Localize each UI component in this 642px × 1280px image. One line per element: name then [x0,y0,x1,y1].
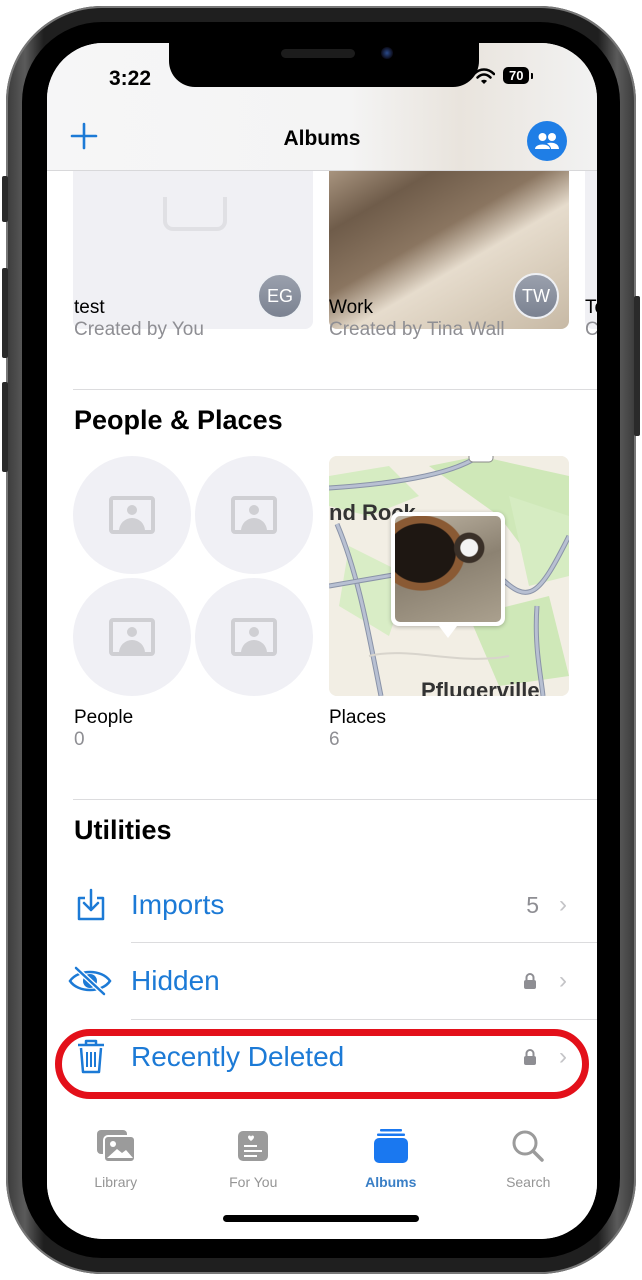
section-divider [73,799,597,800]
chevron-right-icon: › [559,967,567,994]
album-subtitle: Created by Tina Wall [329,319,505,340]
utility-label: Hidden [131,965,220,996]
places-album-map[interactable]: nd Rock Pflugerville [329,456,569,696]
album-subtitle: C [585,319,597,340]
album-title: Work [329,297,373,318]
status-time: 3:22 [109,67,152,90]
screen: EG test Created by You TW Work Created b… [47,43,597,1239]
cat-photo [395,516,501,622]
tab-label: Library [94,1174,138,1190]
section-divider [73,389,597,390]
person-icon [109,496,155,534]
people-album[interactable] [73,456,313,696]
album-title: To [585,297,597,318]
person-placeholder [195,456,313,574]
utility-label: Recently Deleted [131,1041,345,1072]
person-placeholder [73,456,191,574]
lock-icon [523,973,537,989]
mute-switch [2,176,8,222]
utility-row-imports[interactable]: Imports 5 › [47,867,597,943]
power-button [634,296,640,436]
albums-icon [370,1127,412,1165]
album-title: test [74,297,105,318]
person-placeholder [73,578,191,696]
person-placeholder [195,578,313,696]
page-title: Albums [283,127,361,150]
places-count: 6 [329,729,340,750]
album-placeholder [163,197,227,231]
home-indicator[interactable] [223,1215,419,1222]
imports-count: 5 [526,891,539,918]
utility-row-recently-deleted[interactable]: Recently Deleted › [47,1019,597,1095]
shared-album-test[interactable]: EG [73,153,313,329]
person-icon [231,618,277,656]
people-icon [535,133,559,149]
places-label: Places [329,707,387,728]
volume-down-button [2,382,8,472]
chevron-right-icon: › [559,1043,567,1070]
tab-label: For You [229,1174,278,1190]
photo-library-icon [95,1127,137,1165]
for-you-icon [232,1127,274,1165]
tab-label: Search [506,1174,551,1190]
search-icon [507,1127,549,1165]
lock-icon [523,1049,537,1065]
import-icon [73,887,109,923]
section-title-people-places: People & Places [74,405,283,435]
map-label-city: Pflugerville [421,678,540,696]
owner-avatar: TW [513,273,559,319]
people-count: 0 [74,729,85,750]
trash-icon [73,1039,109,1075]
section-title-utilities: Utilities [74,815,172,845]
utility-label: Imports [131,889,225,920]
tab-label: Albums [365,1174,417,1190]
volume-up-button [2,268,8,358]
utility-row-hidden[interactable]: Hidden › [47,943,597,1019]
shared-with-you-button[interactable] [527,121,567,161]
person-icon [231,496,277,534]
tab-search[interactable]: Search [460,1113,598,1239]
owner-avatar: EG [257,273,303,319]
albums-scroll-view[interactable]: EG test Created by You TW Work Created b… [47,43,597,1239]
device-notch [169,43,479,87]
album-subtitle: Created by You [74,319,204,340]
person-icon [109,618,155,656]
tab-library[interactable]: Library [47,1113,185,1239]
map-photo-pin[interactable] [391,512,505,638]
people-label: People [74,707,134,728]
eye-slash-icon [67,963,113,999]
chevron-right-icon: › [559,891,567,918]
battery-indicator: 70 [503,67,535,84]
